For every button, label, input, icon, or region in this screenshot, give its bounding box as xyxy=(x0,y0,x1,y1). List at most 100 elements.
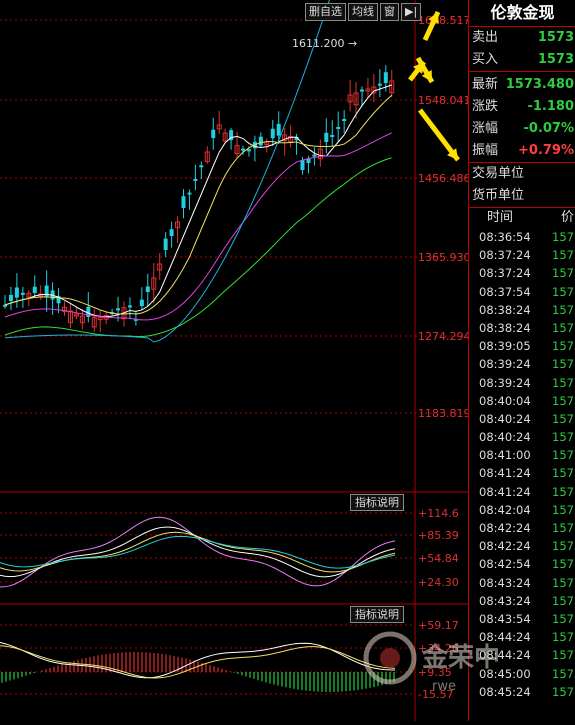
buy-label: 买入 xyxy=(472,52,499,67)
tick-row: 08:37:24 1573 xyxy=(469,264,575,282)
tick-price: 1573 xyxy=(552,230,575,244)
candle-body xyxy=(163,238,168,250)
tick-row: 08:40:04 1573 xyxy=(469,392,575,410)
candle-body xyxy=(193,178,198,181)
tick-time: 08:39:24 xyxy=(479,357,531,372)
tick-price: 1573 xyxy=(552,539,575,554)
tick-time: 08:40:04 xyxy=(479,393,531,408)
tick-time: 08:37:54 xyxy=(479,284,531,299)
candle-body xyxy=(246,149,251,152)
candle-body xyxy=(169,229,174,236)
candle-body xyxy=(187,192,192,195)
ind1-axis-label: +114.6 xyxy=(418,507,459,520)
tick-time: 08:39:05 xyxy=(479,339,531,354)
delete-favorite-button[interactable]: 删自选 xyxy=(305,3,346,21)
buy-row: 买入 1573 xyxy=(469,49,575,71)
tick-row: 08:42:24 1573 xyxy=(469,519,575,537)
tick-price: 1573 xyxy=(552,266,575,281)
tick-price: 1573 xyxy=(552,593,575,608)
expand-icon[interactable]: ▶| xyxy=(401,3,422,21)
change-row: 涨跌 -1.180 xyxy=(469,96,575,118)
tick-time: 08:40:24 xyxy=(479,430,531,445)
tick-price: 1573 xyxy=(552,248,575,263)
tick-price: 1573 xyxy=(552,502,575,517)
tick-price: 1573 xyxy=(552,448,575,463)
candle-body xyxy=(258,136,263,146)
candle-body xyxy=(145,286,150,292)
pct-row: 涨幅 -0.07% xyxy=(469,118,575,140)
tick-price: 1573 xyxy=(552,375,575,390)
tick-price: 1573 xyxy=(552,411,575,426)
price-axis-label: 1638.517 xyxy=(418,14,468,27)
candle-body xyxy=(383,72,388,83)
tick-price: 1573 xyxy=(552,575,575,590)
tick-price: 1573 xyxy=(552,393,575,408)
amp-row: 振幅 +0.79% xyxy=(469,140,575,162)
ma10-line xyxy=(4,94,393,315)
window-button[interactable]: 窗 xyxy=(380,3,399,21)
currency-label: 货币单位 xyxy=(472,188,525,203)
tick-row: 08:42:04 1573 xyxy=(469,501,575,519)
tick-row: 08:36:54 1573 xyxy=(469,228,575,246)
tick-row: 08:38:24 1573 xyxy=(469,301,575,319)
candle-body xyxy=(270,128,275,139)
candle-body xyxy=(20,292,25,295)
amp-value: +0.79% xyxy=(518,143,574,158)
tick-row: 08:40:24 1573 xyxy=(469,410,575,428)
peak-price-label: 1611.200 → xyxy=(292,37,357,50)
pct-label: 涨幅 xyxy=(472,121,499,136)
indicator1-help-button[interactable]: 指标说明 xyxy=(350,494,404,511)
candle-body xyxy=(199,165,204,168)
tick-time: 08:43:24 xyxy=(479,575,531,590)
tick-row: 08:39:05 1573 xyxy=(469,337,575,355)
tick-time: 08:39:24 xyxy=(479,375,531,390)
tick-price: 1573 xyxy=(552,430,575,445)
currency-row: 货币单位 xyxy=(469,185,575,207)
tick-time: 08:38:24 xyxy=(479,302,531,317)
tick-price: 1573 xyxy=(552,611,575,626)
tick-price: 1573 xyxy=(552,357,575,372)
price-axis-label: 1548.041 xyxy=(418,94,468,107)
tick-price: 1573 xyxy=(552,320,575,335)
candle-body xyxy=(241,148,245,151)
time-header: 时间 xyxy=(487,210,514,225)
ind1-axis-label: +24.30 xyxy=(418,576,459,589)
tick-header: 时间 价 xyxy=(469,207,575,228)
last-row: 最新 1573.480 xyxy=(469,74,575,96)
tick-price: 1573 xyxy=(552,339,575,354)
tick-row: 08:43:24 1573 xyxy=(469,592,575,610)
ma60-line xyxy=(4,0,330,343)
tick-price: 1573 xyxy=(552,466,575,481)
candle-body xyxy=(3,304,7,307)
tick-time: 08:40:24 xyxy=(479,411,531,426)
price-axis-label: 1365.930 xyxy=(418,251,468,264)
tick-time: 08:42:24 xyxy=(479,521,531,535)
last-value: 1573.480 xyxy=(505,77,574,92)
unit-row: 交易单位 xyxy=(469,163,575,185)
candle-body xyxy=(324,132,329,142)
watermark-url: rwe xyxy=(432,679,456,694)
candle-body xyxy=(127,305,132,308)
tick-row: 08:41:24 1573 xyxy=(469,483,575,501)
tick-row: 08:43:24 1573 xyxy=(469,574,575,592)
candle-body xyxy=(300,159,305,170)
tick-time: 08:41:00 xyxy=(479,448,531,463)
candle-body xyxy=(8,294,13,302)
tick-row: 08:37:54 1573 xyxy=(469,283,575,301)
tick-time: 08:42:54 xyxy=(479,557,531,572)
tick-price: 1573 xyxy=(552,684,575,699)
ma20-line xyxy=(4,132,392,321)
candle-body xyxy=(276,123,281,136)
watermark-logo: 金荣中 rwe xyxy=(363,631,500,694)
candle-body xyxy=(181,196,186,208)
price-axis-label: 1456.486 xyxy=(418,172,468,185)
tick-time: 08:42:24 xyxy=(479,539,531,554)
tick-price: 1573 xyxy=(552,521,575,535)
tick-price: 1573 xyxy=(552,284,575,299)
tick-row: 08:39:24 1573 xyxy=(469,355,575,373)
candle-body xyxy=(312,154,317,157)
last-label: 最新 xyxy=(472,77,499,92)
tick-time: 08:41:24 xyxy=(479,484,531,499)
moving-average-button[interactable]: 均线 xyxy=(348,3,378,21)
amp-label: 振幅 xyxy=(472,143,499,158)
